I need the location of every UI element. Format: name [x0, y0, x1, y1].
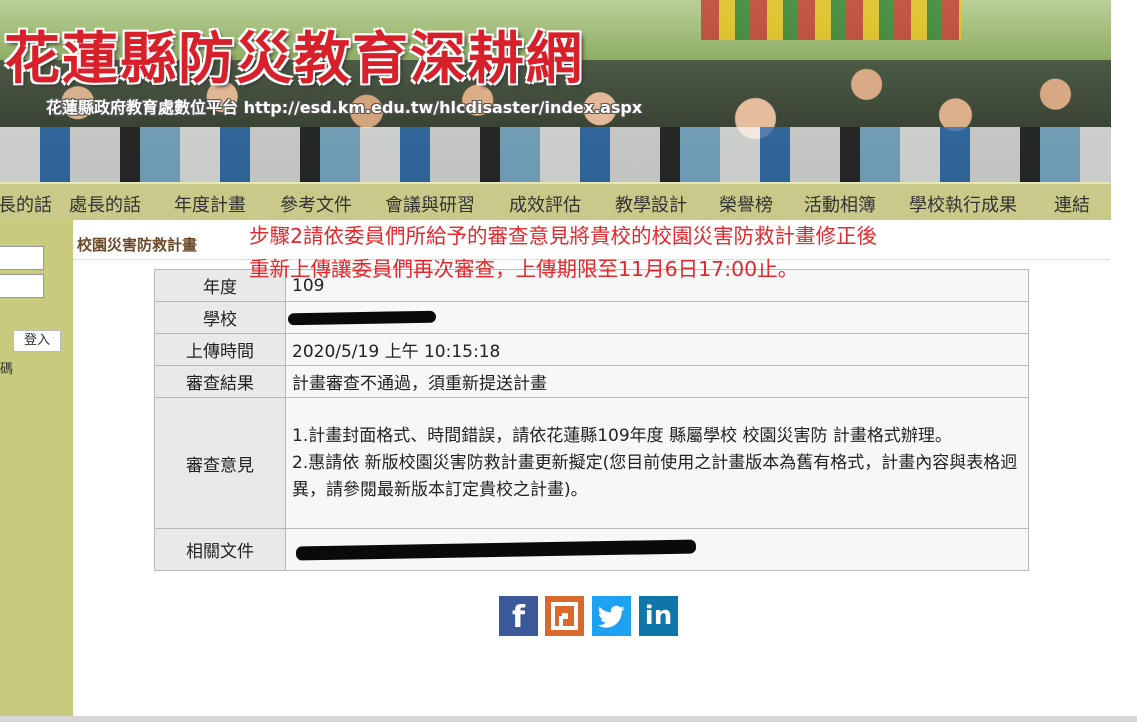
nav-item-evaluation[interactable]: 成效評估 — [509, 191, 581, 217]
redaction-mark — [287, 310, 437, 325]
right-gutter — [1111, 0, 1137, 716]
review-comments-label: 審查意見 — [154, 397, 286, 529]
twitter-share-button[interactable] — [592, 596, 631, 636]
page: 花蓮縣防災教育深耕網 花蓮縣政府教育處數位平台 http://esd.km.ed… — [0, 0, 1137, 722]
nav-item-photo-album[interactable]: 活動相簿 — [804, 191, 876, 217]
school-value — [285, 301, 1029, 334]
banner-photo-foreground — [0, 127, 1111, 182]
nav-item-reference-docs[interactable]: 參考文件 — [280, 191, 352, 217]
annotation-line-1: 步驟2請依委員們所給予的審查意見將貴校的校園災害防救計畫修正後 — [249, 224, 878, 248]
bottom-bar — [0, 716, 1137, 722]
site-banner: 花蓮縣防災教育深耕網 花蓮縣政府教育處數位平台 http://esd.km.ed… — [0, 0, 1111, 182]
nav-item-links[interactable]: 連結 — [1054, 191, 1090, 217]
related-docs-label: 相關文件 — [154, 528, 286, 571]
instruction-annotation: 步驟2請依委員們所給予的審查意見將貴校的校園災害防救計畫修正後 重新上傳讓委員們… — [249, 220, 877, 286]
section-title: 校園災害防救計畫 — [77, 236, 198, 254]
review-result-value: 計畫審查不通過，須重新提送計畫 — [285, 365, 1029, 398]
sidebar: 登入 碼 — [0, 220, 73, 716]
review-result-label: 審查結果 — [154, 365, 286, 398]
main-content: 校園災害防救計畫 年度 109 學校 上傳時間 2020/5/19 上午 10:… — [73, 220, 1111, 716]
review-comments-value: 1.計畫封面格式、時間錯誤，請依花蓮縣109年度 縣屬學校 校園災害防 計畫格式… — [285, 397, 1029, 529]
username-input[interactable] — [0, 246, 44, 270]
review-comment-1: 1.計畫封面格式、時間錯誤，請依花蓮縣109年度 縣屬學校 校園災害防 計畫格式… — [292, 425, 952, 446]
site-subtitle: 花蓮縣政府教育處數位平台 http://esd.km.edu.tw/hlcdis… — [46, 98, 643, 117]
nav-item-teaching-design[interactable]: 教學設計 — [615, 191, 687, 217]
table-row: 審查意見 1.計畫封面格式、時間錯誤，請依花蓮縣109年度 縣屬學校 校園災害防… — [154, 397, 1029, 529]
nav-item-honor-roll[interactable]: 榮譽榜 — [719, 191, 773, 217]
plurk-share-button[interactable] — [545, 596, 584, 636]
nav-item-director-words-partial[interactable]: 長的話 — [0, 191, 52, 217]
linkedin-share-button[interactable]: in — [639, 596, 678, 636]
password-input[interactable] — [0, 274, 44, 298]
table-row: 學校 — [154, 301, 1029, 334]
site-title: 花蓮縣防災教育深耕網 — [4, 26, 584, 92]
upload-time-value: 2020/5/19 上午 10:15:18 — [285, 333, 1029, 366]
school-label: 學校 — [154, 301, 286, 334]
facebook-icon: f — [511, 600, 526, 635]
twitter-bird-icon — [597, 605, 625, 628]
main-nav: 長的話 處長的話 年度計畫 參考文件 會議與研習 成效評估 教學設計 榮譽榜 活… — [0, 182, 1111, 220]
sidebar-text-fragment: 碼 — [0, 362, 14, 377]
plan-detail-table: 年度 109 學校 上傳時間 2020/5/19 上午 10:15:18 審查結… — [154, 269, 1029, 571]
table-row: 上傳時間 2020/5/19 上午 10:15:18 — [154, 333, 1029, 366]
nav-item-school-results[interactable]: 學校執行成果 — [909, 191, 1017, 217]
banner-playground — [701, 0, 961, 40]
plurk-icon — [551, 602, 578, 630]
nav-item-meetings-workshops[interactable]: 會議與研習 — [385, 191, 475, 217]
facebook-share-button[interactable]: f — [499, 596, 538, 636]
review-comment-2: 2.惠請依 新版校園災害防救計畫更新擬定(您目前使用之計畫版本為舊有格式，計畫內… — [292, 452, 1018, 500]
nav-item-chief-words[interactable]: 處長的話 — [69, 191, 141, 217]
table-row: 相關文件 — [154, 528, 1029, 571]
linkedin-icon: in — [644, 601, 673, 631]
upload-time-label: 上傳時間 — [154, 333, 286, 366]
nav-item-annual-plan[interactable]: 年度計畫 — [174, 191, 246, 217]
related-doc-link[interactable] — [285, 528, 1029, 571]
table-row: 審查結果 計畫審查不通過，須重新提送計畫 — [154, 365, 1029, 398]
login-button[interactable]: 登入 — [13, 330, 61, 352]
annotation-line-2: 重新上傳讓委員們再次審查，上傳期限至11月6日17:00止。 — [249, 257, 799, 281]
redaction-mark[interactable] — [295, 539, 697, 560]
